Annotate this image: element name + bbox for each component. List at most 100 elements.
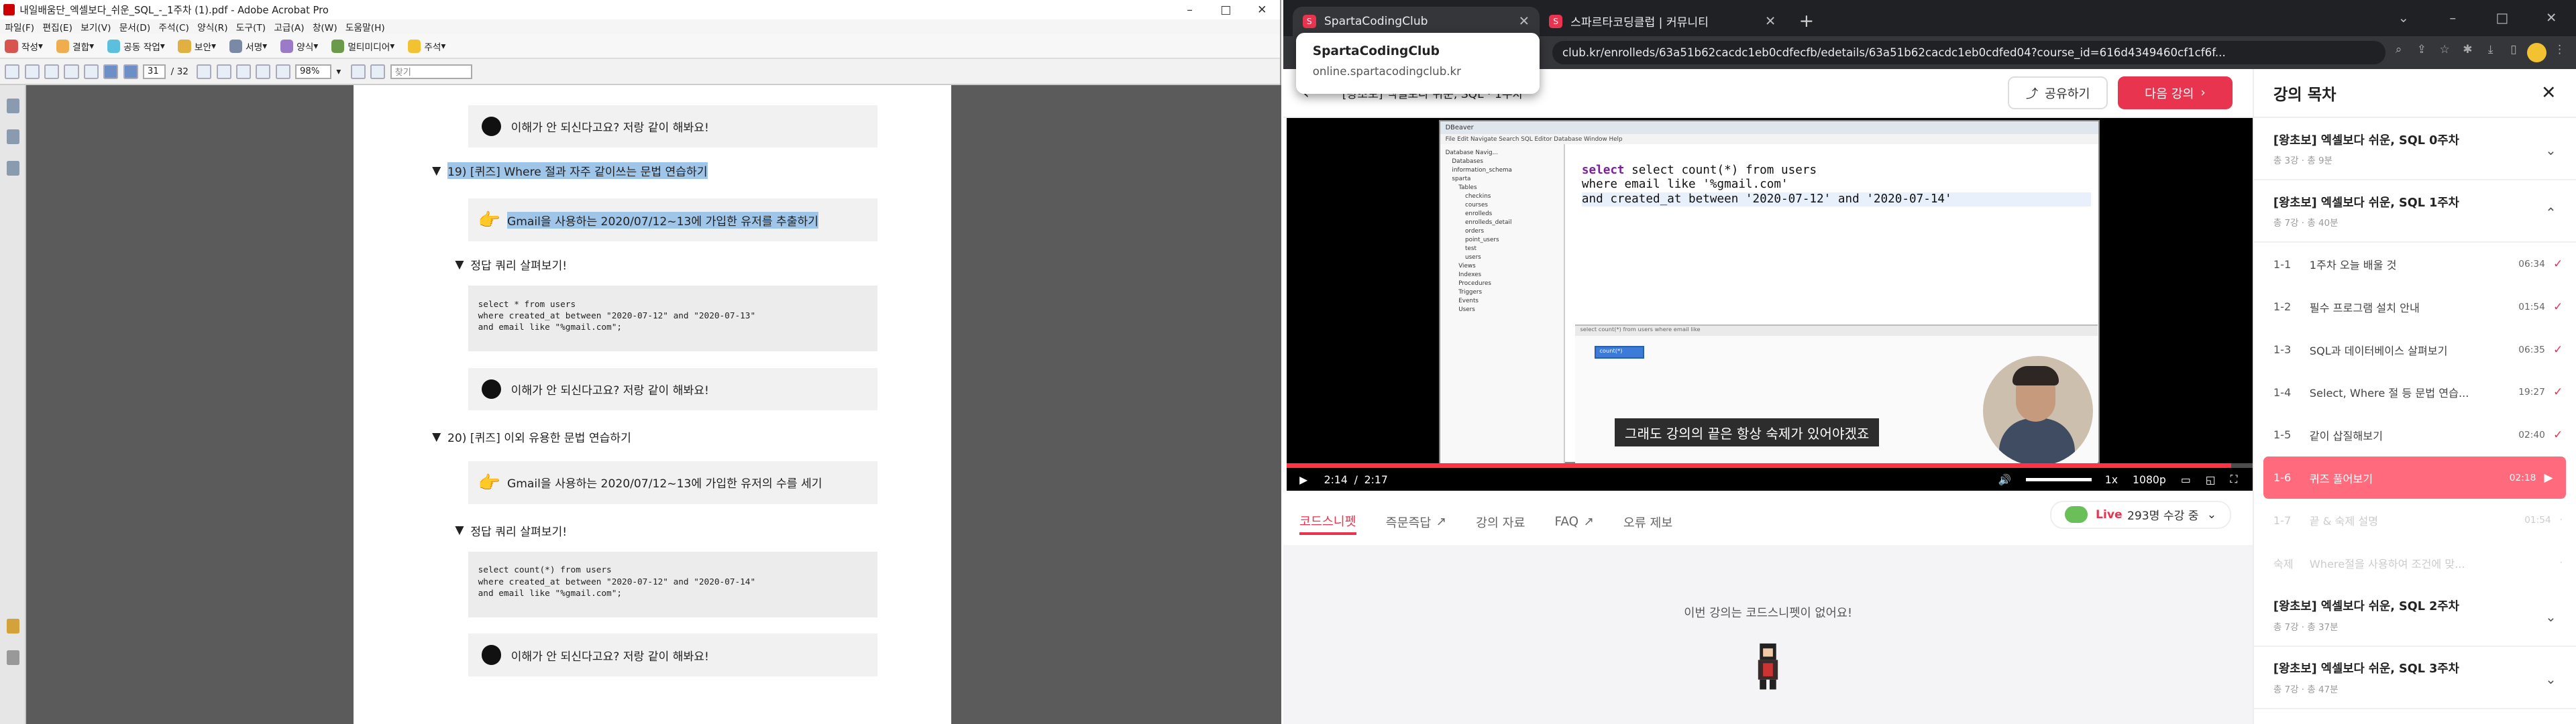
share-page-icon[interactable]: ⇪ <box>2412 43 2431 62</box>
extensions-icon[interactable]: ✱ <box>2458 43 2477 62</box>
bookmark-star-icon[interactable]: ☆ <box>2435 43 2455 62</box>
create-button[interactable]: 작성 ▾ <box>5 39 43 53</box>
db-tree-node[interactable]: information_schema <box>1446 166 1559 175</box>
find-input[interactable]: 찾기 <box>390 64 473 79</box>
zoom-in-icon[interactable] <box>275 64 290 79</box>
url-field[interactable]: club.kr/enrolleds/63a51b62cacdc1eb0cdfec… <box>1552 41 2386 64</box>
tab-qna[interactable]: 즉문즉답 ↗ <box>1386 509 1446 535</box>
db-tree-node[interactable]: enrolleds <box>1446 210 1559 219</box>
hand-tool-icon[interactable] <box>216 64 231 79</box>
menu-forms[interactable]: 양식(R) <box>197 20 227 34</box>
tab-materials[interactable]: 강의 자료 <box>1476 509 1525 535</box>
db-tree-node[interactable]: users <box>1446 253 1559 262</box>
tab-faq[interactable]: FAQ ↗ <box>1555 509 1594 535</box>
lesson-item[interactable]: 1-4 Select, Where 절 등 문법 연습... 19:27 ✓ <box>2254 371 2576 414</box>
db-tree-node[interactable]: Database Navig... <box>1446 149 1559 158</box>
db-tree-node[interactable]: point_users <box>1446 236 1559 245</box>
toc-close-icon[interactable]: ✕ <box>2541 82 2557 103</box>
tab-bug-report[interactable]: 오류 제보 <box>1623 509 1672 535</box>
page-number-input[interactable]: 31 <box>142 64 166 79</box>
tab-close-icon[interactable]: ✕ <box>1519 13 1529 29</box>
save-icon[interactable] <box>64 64 79 79</box>
select-tool-icon[interactable] <box>197 64 212 79</box>
tab-community[interactable]: S 스파르타코딩클럽 | 커뮤니티 ✕ <box>1540 7 1786 36</box>
close-icon[interactable]: ✕ <box>1244 3 1280 17</box>
prev-page-icon[interactable] <box>103 64 119 79</box>
multimedia-button[interactable]: 멀티미디어 ▾ <box>331 39 394 53</box>
lesson-item[interactable]: 1-7 끝 & 숙제 설명 01:54 · <box>2254 499 2576 542</box>
next-lecture-button[interactable]: 다음 강의 › <box>2117 76 2233 110</box>
db-tree-node[interactable]: Indexes <box>1446 271 1559 280</box>
menu-document[interactable]: 문서(D) <box>119 20 150 34</box>
sidepanel-icon[interactable]: ▯ <box>2504 43 2523 62</box>
week-item[interactable]: [왕초보] 엑셀보다 쉬운, SQL 0주차 총 3강 · 총 9분 ⌄ <box>2253 118 2576 181</box>
db-tree-node[interactable]: courses <box>1446 201 1559 210</box>
sign-button[interactable]: 서명 ▾ <box>229 39 267 53</box>
secure-button[interactable]: 보안 ▾ <box>178 39 216 53</box>
db-tree-node[interactable]: sparta <box>1446 175 1559 184</box>
profile-avatar[interactable] <box>2526 42 2546 63</box>
forms-button[interactable]: 양식 ▾ <box>280 39 318 53</box>
menu-edit[interactable]: 편집(E) <box>42 20 72 34</box>
toggle-answer-19[interactable]: ▼ 정답 쿼리 살펴보기! <box>455 256 567 274</box>
menu-help[interactable]: 도움말(H) <box>345 20 385 34</box>
menu-file[interactable]: 파일(F) <box>5 20 34 34</box>
zoom-out-icon[interactable] <box>256 64 271 79</box>
zoom-search-icon[interactable]: ⌕ <box>2389 43 2408 62</box>
chrome-tab-search-icon[interactable]: ⌄ <box>2379 10 2428 25</box>
video-player[interactable]: DBeaver File Edit Navigate Search SQL Ed… <box>1286 118 2253 491</box>
lesson-item[interactable]: 1-5 같이 삽질해보기 02:40 ✓ <box>2254 414 2576 457</box>
menu-tools[interactable]: 도구(T) <box>236 20 266 34</box>
lesson-item[interactable]: 1-3 SQL과 데이터베이스 살펴보기 06:35 ✓ <box>2254 328 2576 371</box>
toggle-answer-20[interactable]: ▼ 정답 쿼리 살펴보기! <box>455 522 567 539</box>
tab-spartacodingclub[interactable]: S SpartaCodingClub ✕ <box>1293 6 1540 36</box>
quality-button[interactable]: 1080p <box>2133 473 2166 486</box>
comment-button[interactable]: 주석 ▾ <box>407 39 445 53</box>
bookmarks-icon[interactable] <box>6 129 20 145</box>
speed-button[interactable]: 1x <box>2105 473 2118 486</box>
db-tree-node[interactable]: checkins <box>1446 192 1559 201</box>
lesson-item[interactable]: 1-2 필수 프로그램 설치 안내 01:54 ✓ <box>2254 286 2576 328</box>
fullscreen-icon[interactable]: ⛶ <box>2231 473 2238 486</box>
email-icon[interactable] <box>44 64 60 79</box>
attachments-icon[interactable] <box>6 619 20 634</box>
comments-icon[interactable] <box>6 650 20 665</box>
week-item[interactable]: [왕초보] 엑셀보다 쉬운, SQL 3주차 총 7강 · 총 47분 ⌄ <box>2253 647 2576 709</box>
pages-icon[interactable] <box>6 98 20 113</box>
db-tree-node[interactable]: Users <box>1446 306 1559 314</box>
search-doc-icon[interactable] <box>83 64 99 79</box>
signatures-icon[interactable] <box>6 160 20 176</box>
lesson-item[interactable]: 숙제 Where절을 사용하여 조건에 맞... · <box>2254 542 2576 585</box>
menu-view[interactable]: 보기(V) <box>80 20 111 34</box>
progress-bar[interactable] <box>1286 463 2253 468</box>
volume-icon[interactable]: 🔊 <box>1998 473 2012 486</box>
db-tree-node[interactable]: Databases <box>1446 158 1559 166</box>
menu-window[interactable]: 창(W) <box>313 20 337 34</box>
pip-icon[interactable]: ◱ <box>2206 473 2216 486</box>
minimize-icon[interactable]: – <box>1172 3 1208 17</box>
db-tree-node[interactable]: enrolleds_detail <box>1446 219 1559 227</box>
zoom-input[interactable]: 98% <box>295 64 331 79</box>
chrome-minimize-icon[interactable]: – <box>2428 10 2477 25</box>
combine-button[interactable]: 결합 ▾ <box>56 39 94 53</box>
fit-width-icon[interactable] <box>370 64 386 79</box>
play-icon[interactable]: ▶ <box>1299 473 1307 486</box>
collaborate-button[interactable]: 공동 작업 ▾ <box>107 39 165 53</box>
db-tree-node[interactable]: Views <box>1446 262 1559 271</box>
live-viewers-badge[interactable]: Live 293명 수강 중 ⌄ <box>2049 500 2231 529</box>
maximize-icon[interactable]: □ <box>1208 3 1244 17</box>
print-icon[interactable] <box>24 64 40 79</box>
chrome-menu-icon[interactable]: ⋮ <box>2550 43 2569 62</box>
db-tree-node[interactable]: Triggers <box>1446 288 1559 297</box>
db-tree-node[interactable]: orders <box>1446 227 1559 236</box>
chrome-maximize-icon[interactable]: □ <box>2477 10 2526 25</box>
zoom-dropdown-icon[interactable]: ▾ <box>336 66 341 77</box>
open-icon[interactable] <box>5 64 20 79</box>
new-tab-icon[interactable]: + <box>1786 7 1827 36</box>
volume-slider[interactable] <box>2026 477 2092 481</box>
menu-advanced[interactable]: 고급(A) <box>274 20 304 34</box>
tab-close-icon[interactable]: ✕ <box>1765 13 1776 29</box>
week-item[interactable]: [왕초보] 엑셀보다 쉬운, SQL 2주차 총 7강 · 총 37분 ⌄ <box>2253 585 2576 647</box>
share-button[interactable]: ⤴ 공유하기 <box>2008 76 2108 110</box>
subtitles-icon[interactable]: ▭ <box>2181 473 2191 486</box>
